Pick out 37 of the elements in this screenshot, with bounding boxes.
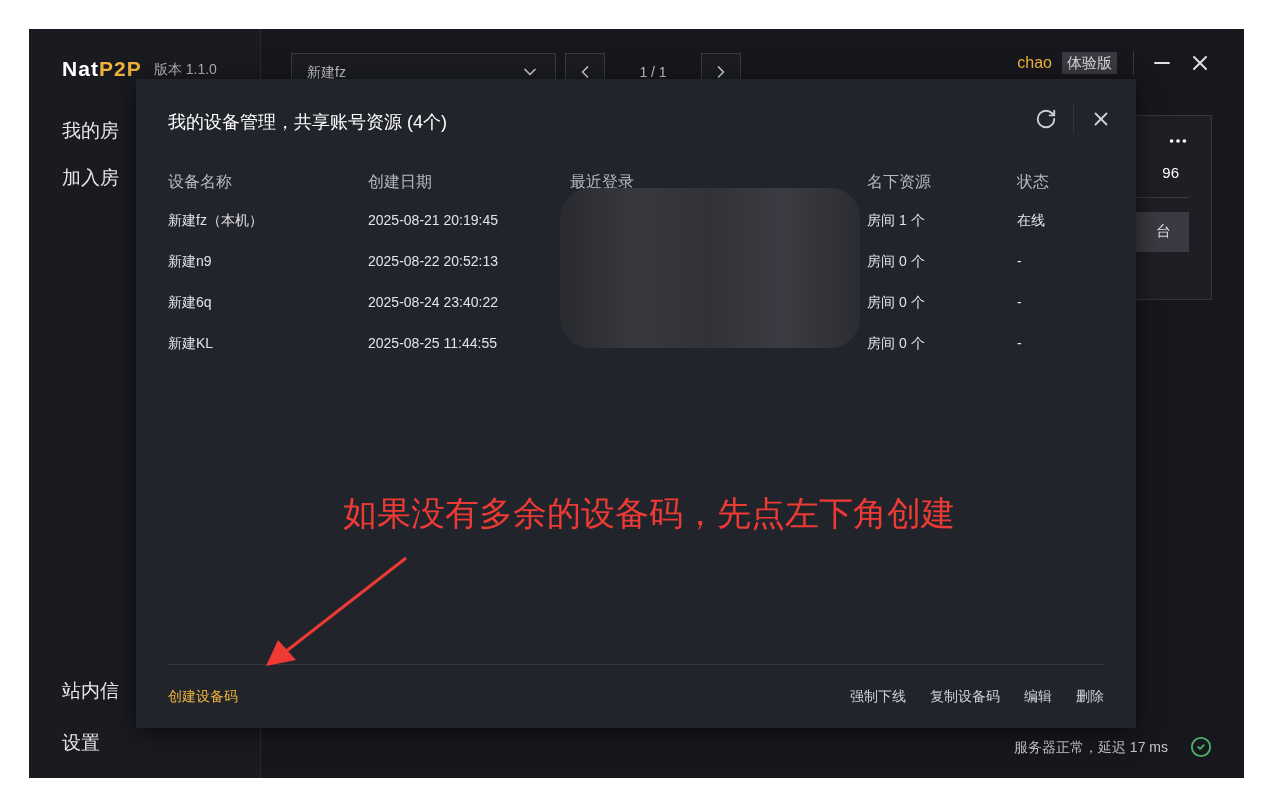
table-cell-text: 房间 0 个 xyxy=(867,293,926,312)
column-header: 设备名称 xyxy=(168,172,233,192)
table-cell-text: 房间 0 个 xyxy=(867,252,926,271)
table-cell-text: 新建fz（本机） xyxy=(168,211,264,230)
create-device-code-link[interactable]: 创建设备码 xyxy=(168,686,238,707)
table-cell-text: 2025-08-25 11:44:55 xyxy=(368,334,498,353)
table-cell-text: 新建6q xyxy=(168,293,213,312)
action-link[interactable]: 强制下线 xyxy=(850,686,906,707)
table-cell-text: 房间 0 个 xyxy=(867,334,926,353)
column-header: 名下资源 xyxy=(867,172,932,192)
table-cell-text: 房间 1 个 xyxy=(867,211,926,230)
dialog-title: 我的设备管理，共享账号资源 (4个) xyxy=(168,111,447,134)
room-id-text: 96 xyxy=(1162,163,1179,183)
action-link[interactable]: 编辑 xyxy=(1024,686,1052,707)
table-cell-text: 新建KL xyxy=(168,334,215,353)
trial-badge: 体验版 xyxy=(1062,51,1117,75)
table-cell-text: - xyxy=(1017,334,1023,353)
username[interactable]: chao xyxy=(1017,51,1052,75)
column-header: 最近登录 xyxy=(570,172,635,192)
server-status-text: 服务器正常，延迟 17 ms xyxy=(1014,737,1168,757)
table-cell-text: 2025-08-21 20:19:45 xyxy=(368,211,499,230)
table-cell-text: 2025-08-22 20:52:13 xyxy=(368,252,499,271)
column-header: 状态 xyxy=(1017,172,1050,192)
page-indicator: 1 / 1 xyxy=(638,62,668,82)
refresh-icon[interactable] xyxy=(1035,107,1057,130)
action-link[interactable]: 复制设备码 xyxy=(930,686,1000,707)
sidebar-item[interactable]: 设置 xyxy=(62,733,260,752)
column-header: 创建日期 xyxy=(368,172,433,192)
table-cell-text: 在线 xyxy=(1017,211,1046,230)
action-link[interactable]: 删除 xyxy=(1076,686,1104,707)
app-logo: NatP2P xyxy=(62,56,142,82)
table-cell-text: - xyxy=(1017,293,1023,312)
version-label: 版本 1.1.0 xyxy=(153,60,217,77)
annotation-text: 如果没有多余的设备码，先点左下角创建 xyxy=(343,493,955,534)
table-cell-text: 2025-08-24 23:40:22 xyxy=(368,293,499,312)
table-cell-text: - xyxy=(1017,252,1023,271)
table-cell-text: 新建n9 xyxy=(168,252,213,271)
